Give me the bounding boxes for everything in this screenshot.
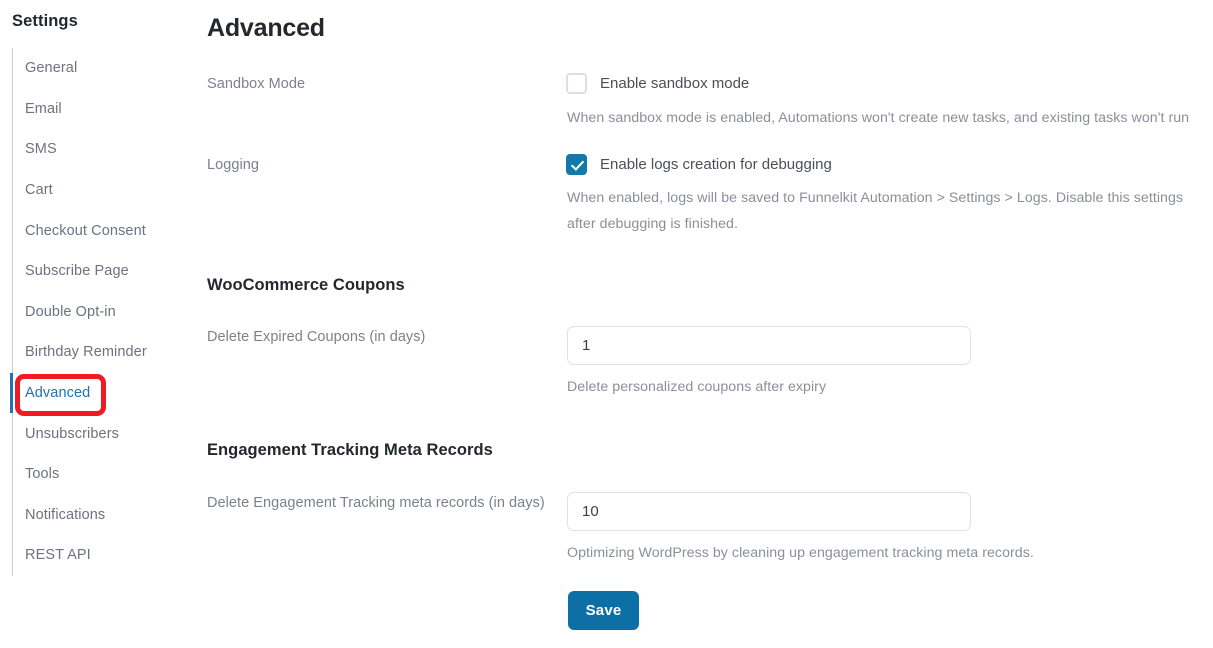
sidebar-item-rest-api[interactable]: REST API — [13, 535, 196, 576]
delete-expired-coupons-helper-text: Delete personalized coupons after expiry — [567, 379, 827, 395]
sidebar-item-label: Subscribe Page — [25, 263, 129, 280]
sidebar-item-notifications[interactable]: Notifications — [13, 495, 196, 536]
sidebar-item-label: Birthday Reminder — [25, 344, 147, 361]
logging-checkbox[interactable] — [566, 154, 587, 175]
sandbox-mode-label: Sandbox Mode — [207, 76, 306, 92]
sidebar-nav: General Email SMS Cart Checkout Consent … — [10, 48, 196, 576]
sidebar-item-label: Advanced — [25, 385, 91, 402]
sidebar-item-label: SMS — [25, 141, 57, 158]
sidebar-item-label: Unsubscribers — [25, 425, 119, 442]
sidebar-item-label: Notifications — [25, 506, 106, 523]
sidebar-item-checkout-consent[interactable]: Checkout Consent — [13, 210, 196, 251]
logging-helper-text: When enabled, logs will be saved to Funn… — [567, 190, 1184, 232]
sidebar-item-unsubscribers[interactable]: Unsubscribers — [13, 413, 196, 454]
sidebar-item-general[interactable]: General — [13, 48, 196, 89]
woocommerce-coupons-heading: WooCommerce Coupons — [207, 276, 405, 294]
sandbox-mode-checkbox-row[interactable]: Enable sandbox mode — [566, 73, 749, 94]
sandbox-mode-helper-text: When sandbox mode is enabled, Automation… — [567, 110, 1190, 126]
sidebar-item-label: REST API — [25, 547, 91, 564]
sidebar-item-tools[interactable]: Tools — [13, 454, 196, 495]
sidebar-item-label: General — [25, 60, 78, 77]
logging-label: Logging — [207, 157, 259, 173]
delete-engagement-records-label: Delete Engagement Tracking meta records … — [207, 495, 545, 511]
sidebar-item-sms[interactable]: SMS — [13, 129, 196, 170]
sidebar-item-double-opt-in[interactable]: Double Opt-in — [13, 292, 196, 333]
sidebar-item-label: Cart — [25, 182, 53, 199]
page-title: Advanced — [207, 14, 325, 42]
sidebar-item-subscribe-page[interactable]: Subscribe Page — [13, 251, 196, 292]
advanced-settings-panel: Advanced Sandbox Mode Enable sandbox mod… — [196, 0, 1213, 648]
settings-sidebar: Settings General Email SMS Cart Checkout… — [0, 0, 196, 648]
sidebar-item-email[interactable]: Email — [13, 89, 196, 130]
sidebar-item-label: Checkout Consent — [25, 222, 146, 239]
save-button[interactable]: Save — [568, 591, 639, 630]
sidebar-title: Settings — [12, 12, 78, 30]
delete-engagement-records-helper-text: Optimizing WordPress by cleaning up enga… — [567, 545, 1034, 561]
delete-expired-coupons-label: Delete Expired Coupons (in days) — [207, 329, 426, 345]
sidebar-item-advanced[interactable]: Advanced — [10, 372, 196, 414]
sidebar-item-cart[interactable]: Cart — [13, 170, 196, 211]
sandbox-mode-checkbox-label: Enable sandbox mode — [600, 75, 750, 92]
engagement-tracking-heading: Engagement Tracking Meta Records — [207, 441, 493, 459]
logging-checkbox-row[interactable]: Enable logs creation for debugging — [566, 154, 832, 175]
sidebar-item-birthday-reminder[interactable]: Birthday Reminder — [13, 332, 196, 373]
delete-expired-coupons-input[interactable] — [567, 326, 971, 365]
active-indicator-bar — [10, 372, 13, 414]
sidebar-item-label: Tools — [25, 466, 60, 483]
sidebar-item-label: Email — [25, 100, 62, 117]
delete-engagement-records-input[interactable] — [567, 492, 971, 531]
logging-checkbox-label: Enable logs creation for debugging — [600, 156, 832, 173]
sidebar-item-label: Double Opt-in — [25, 303, 116, 320]
sandbox-mode-checkbox[interactable] — [566, 73, 587, 94]
